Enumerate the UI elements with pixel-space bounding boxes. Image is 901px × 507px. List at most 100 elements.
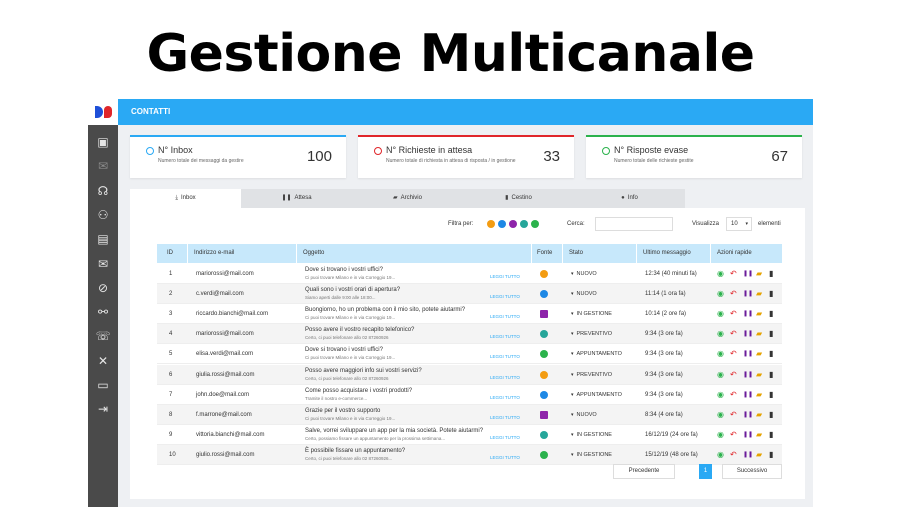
table-row[interactable]: 7 john.doe@mail.com Come posso acquistare … <box>157 385 782 405</box>
reply-icon[interactable]: ↶ <box>730 410 737 420</box>
pause-icon[interactable]: ❚❚ <box>743 410 753 420</box>
archive-folder-icon[interactable]: ▰ <box>756 349 762 359</box>
reply-icon[interactable]: ↶ <box>730 370 737 380</box>
read-all-link[interactable]: LEGGI TUTTO <box>490 294 520 299</box>
pause-icon[interactable]: ❚❚ <box>743 289 753 299</box>
view-icon[interactable]: ◉ <box>717 269 724 279</box>
read-all-link[interactable]: LEGGI TUTTO <box>490 435 520 440</box>
read-all-link[interactable]: LEGGI TUTTO <box>490 415 520 420</box>
column-header[interactable]: Azioni rapide <box>717 244 752 263</box>
chat-filter-icon[interactable] <box>487 220 495 228</box>
mail-icon[interactable]: ✉ <box>94 158 112 174</box>
search-input[interactable] <box>595 217 673 231</box>
email-filter-icon[interactable] <box>509 220 517 228</box>
view-icon[interactable]: ◉ <box>717 450 724 460</box>
view-icon[interactable]: ◉ <box>717 410 724 420</box>
read-all-link[interactable]: LEGGI TUTTO <box>490 395 520 400</box>
read-all-link[interactable]: LEGGI TUTTO <box>490 314 520 319</box>
read-all-link[interactable]: LEGGI TUTTO <box>490 455 520 460</box>
prev-page-button[interactable]: Precedente <box>613 464 675 479</box>
trash-icon[interactable]: ▮ <box>769 450 773 460</box>
pause-icon[interactable]: ❚❚ <box>743 329 753 339</box>
row-status[interactable]: ▾ APPUNTAMENTO <box>571 351 622 357</box>
compass-icon[interactable]: ⊘ <box>94 280 112 296</box>
pause-icon[interactable]: ❚❚ <box>743 390 753 400</box>
pause-icon[interactable]: ❚❚ <box>743 309 753 319</box>
view-icon[interactable]: ◉ <box>717 309 724 319</box>
pause-icon[interactable]: ❚❚ <box>743 450 753 460</box>
read-all-link[interactable]: LEGGI TUTTO <box>490 334 520 339</box>
reply-icon[interactable]: ↶ <box>730 430 737 440</box>
view-icon[interactable]: ◉ <box>717 390 724 400</box>
reply-icon[interactable]: ↶ <box>730 390 737 400</box>
logout-icon[interactable]: ⇥ <box>94 401 112 417</box>
table-row[interactable]: 9 vittoria.bianchi@mail.com Salve, vorrei … <box>157 425 782 445</box>
column-header[interactable]: Ultimo messaggio <box>643 244 691 263</box>
column-header[interactable]: ID <box>167 244 173 263</box>
column-header[interactable]: Indirizzo e-mail <box>194 244 234 263</box>
image-icon[interactable]: ▣ <box>94 134 112 150</box>
trash-icon[interactable]: ▮ <box>769 269 773 279</box>
tab-attesa[interactable]: ❚❚ Attesa <box>241 189 352 208</box>
trash-icon[interactable]: ▮ <box>769 289 773 299</box>
row-status[interactable]: ▾ NUOVO <box>571 271 597 277</box>
archive-folder-icon[interactable]: ▰ <box>756 289 762 299</box>
reply-icon[interactable]: ↶ <box>730 349 737 359</box>
row-status[interactable]: ▾ NUOVO <box>571 291 597 297</box>
tab-archivio[interactable]: ▰ Archivio <box>352 189 463 208</box>
group-icon[interactable]: ⚇ <box>94 207 112 223</box>
archive-folder-icon[interactable]: ▰ <box>756 430 762 440</box>
chat-icon[interactable]: ☏ <box>94 328 112 344</box>
screen-icon[interactable]: ▭ <box>94 377 112 393</box>
column-header[interactable]: Oggetto <box>303 244 324 263</box>
row-status[interactable]: ▾ PREVENTIVO <box>571 372 612 378</box>
reply-icon[interactable]: ↶ <box>730 289 737 299</box>
trash-icon[interactable]: ▮ <box>769 430 773 440</box>
table-row[interactable]: 10 giulio.rossi@mail.com È possibile fissa… <box>157 444 782 465</box>
row-status[interactable]: ▾ IN GESTIONE <box>571 311 612 317</box>
row-status[interactable]: ▾ APPUNTAMENTO <box>571 392 622 398</box>
row-status[interactable]: ▾ PREVENTIVO <box>571 331 612 337</box>
row-status[interactable]: ▾ IN GESTIONE <box>571 432 612 438</box>
table-row[interactable]: 8 f.marrone@mail.com Grazie per il vostro … <box>157 404 782 425</box>
reply-icon[interactable]: ↶ <box>730 450 737 460</box>
reply-icon[interactable]: ↶ <box>730 309 737 319</box>
row-status[interactable]: ▾ NUOVO <box>571 412 597 418</box>
archive-folder-icon[interactable]: ▰ <box>756 390 762 400</box>
whatsapp-filter-icon[interactable] <box>531 220 539 228</box>
headset-icon[interactable]: ☊ <box>94 183 112 199</box>
pause-icon[interactable]: ❚❚ <box>743 269 753 279</box>
pause-icon[interactable]: ❚❚ <box>743 370 753 380</box>
sms-filter-icon[interactable] <box>520 220 528 228</box>
view-icon[interactable]: ◉ <box>717 289 724 299</box>
view-icon[interactable]: ◉ <box>717 329 724 339</box>
tab-inbox[interactable]: ⤓ Inbox <box>130 189 241 208</box>
trash-icon[interactable]: ▮ <box>769 390 773 400</box>
next-page-button[interactable]: Successivo <box>722 464 782 479</box>
table-row[interactable]: 3 riccardo.bianchi@mail.com Buongiorno, ho… <box>157 304 782 325</box>
archive-folder-icon[interactable]: ▰ <box>756 309 762 319</box>
tab-cestino[interactable]: ▮ Cestino <box>463 189 574 208</box>
archive-folder-icon[interactable]: ▰ <box>756 370 762 380</box>
tools-icon[interactable]: ✕ <box>94 353 112 369</box>
book-icon[interactable]: ▤ <box>94 231 112 247</box>
archive-folder-icon[interactable]: ▰ <box>756 450 762 460</box>
trash-icon[interactable]: ▮ <box>769 370 773 380</box>
view-icon[interactable]: ◉ <box>717 370 724 380</box>
archive-folder-icon[interactable]: ▰ <box>756 329 762 339</box>
trash-icon[interactable]: ▮ <box>769 329 773 339</box>
trash-icon[interactable]: ▮ <box>769 309 773 319</box>
row-status[interactable]: ▾ IN GESTIONE <box>571 452 612 458</box>
table-row[interactable]: 1 mariorossi@mail.com Dove si trovano i vo… <box>157 264 782 284</box>
pause-icon[interactable]: ❚❚ <box>743 430 753 440</box>
table-row[interactable]: 4 mariorossi@mail.com Posso avere il vostr… <box>157 324 782 345</box>
column-header[interactable]: Fonte <box>537 244 552 263</box>
reply-icon[interactable]: ↶ <box>730 269 737 279</box>
network-icon[interactable]: ⚯ <box>94 304 112 320</box>
messenger-filter-icon[interactable] <box>498 220 506 228</box>
mail-settings-icon[interactable]: ✉ <box>94 256 112 272</box>
archive-folder-icon[interactable]: ▰ <box>756 410 762 420</box>
table-row[interactable]: 6 giulia.rossi@mail.com Posso avere maggio… <box>157 364 782 385</box>
trash-icon[interactable]: ▮ <box>769 410 773 420</box>
pause-icon[interactable]: ❚❚ <box>743 349 753 359</box>
